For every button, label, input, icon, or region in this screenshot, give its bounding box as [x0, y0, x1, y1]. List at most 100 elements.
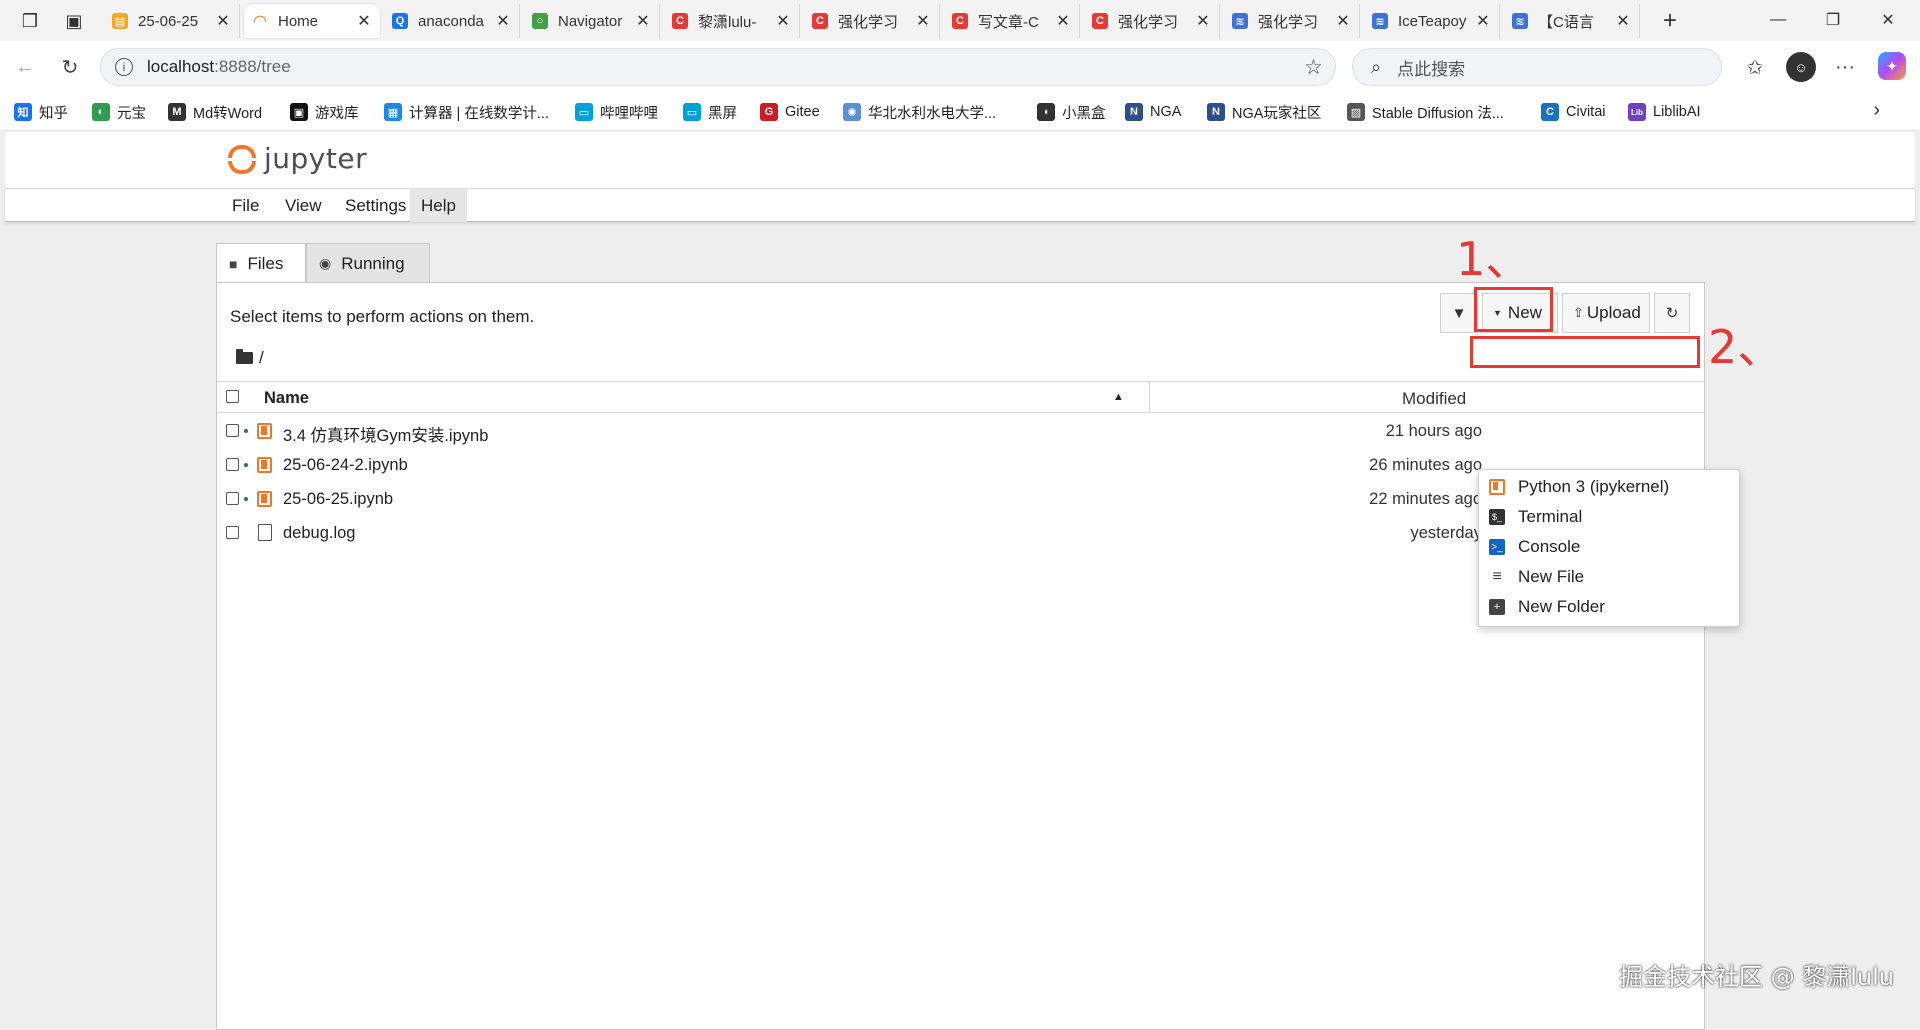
tab-running[interactable]: ◉ Running	[306, 243, 430, 283]
menu-item-new-file[interactable]: ≡ New File	[1479, 562, 1739, 592]
tab-close-icon[interactable]: ✕	[356, 11, 372, 31]
close-window-button[interactable]: ✕	[1865, 6, 1911, 34]
breadcrumb-root[interactable]: /	[259, 348, 264, 368]
row-checkbox[interactable]	[226, 424, 239, 437]
menu-item-terminal[interactable]: $_ Terminal	[1479, 502, 1739, 532]
tab-close-icon[interactable]: ✕	[495, 11, 511, 31]
tab-close-icon[interactable]: ✕	[775, 11, 791, 31]
favorites-icon[interactable]: ✩	[1740, 52, 1770, 82]
bookmark-item[interactable]: ▭ 哔哩哔哩	[575, 102, 658, 122]
tab-close-icon[interactable]: ✕	[1615, 11, 1631, 31]
bookmarks-overflow-chevron-icon[interactable]: ›	[1873, 99, 1880, 122]
new-tab-button[interactable]: +	[1656, 7, 1684, 35]
jupyter-logo-text: jupyter	[264, 142, 368, 175]
bookmark-item[interactable]: ◐ 元宝	[92, 102, 146, 122]
bookmark-item[interactable]: ◖ 小黑盒	[1037, 102, 1106, 122]
bookmark-item[interactable]: ▦ 计算器 | 在线数学计...	[384, 102, 549, 122]
menu-item-console[interactable]: >_ Console	[1479, 532, 1739, 562]
bookmark-item[interactable]: M Md转Word	[168, 102, 262, 122]
menu-view[interactable]: View	[274, 189, 333, 222]
annotation-step2: 2、	[1708, 320, 1784, 374]
bookmark-item[interactable]: G Gitee	[760, 102, 820, 122]
vertical-tabs-icon[interactable]: ▣	[60, 7, 88, 35]
tab-close-icon[interactable]: ✕	[1055, 11, 1071, 31]
refresh-button[interactable]: ↻	[1654, 293, 1690, 333]
filter-button[interactable]: ▼	[1440, 293, 1478, 333]
tab-close-icon[interactable]: ✕	[1475, 11, 1491, 31]
select-all-checkbox[interactable]	[226, 390, 239, 403]
reload-button[interactable]: ↻	[55, 52, 85, 82]
column-name[interactable]: Name	[264, 389, 309, 408]
running-indicator-icon	[244, 429, 248, 433]
jupyter-page: jupyter File View Settings Help ■ Files …	[5, 132, 1915, 1030]
search-input[interactable]: ⌕ 点此搜索	[1352, 48, 1722, 86]
tab-close-icon[interactable]: ✕	[215, 11, 231, 31]
url-input[interactable]: i localhost:8888/tree ☆	[100, 48, 1336, 86]
file-name[interactable]: debug.log	[283, 524, 356, 543]
workspaces-icon[interactable]: ❐	[16, 7, 44, 35]
more-menu-icon[interactable]: ···	[1830, 52, 1860, 82]
bookmark-item[interactable]: Lib LiblibAI	[1628, 102, 1701, 122]
tab-close-icon[interactable]: ✕	[635, 11, 651, 31]
bookmark-item[interactable]: N NGA玩家社区	[1207, 102, 1321, 122]
bookmark-item[interactable]: N NGA	[1125, 102, 1181, 122]
tab-title: 强化学习	[1118, 13, 1179, 31]
row-checkbox[interactable]	[226, 526, 239, 539]
favorite-star-icon[interactable]: ☆	[1304, 55, 1323, 80]
bookmark-item[interactable]: C Civitai	[1541, 102, 1605, 122]
tab-files[interactable]: ■ Files	[216, 243, 306, 284]
tab-close-icon[interactable]: ✕	[915, 11, 931, 31]
tab-csdn-rl-1[interactable]: C 强化学习 ✕	[804, 4, 940, 38]
menu-item-new-folder[interactable]: + New Folder	[1479, 592, 1739, 622]
jupyter-logo[interactable]: jupyter	[226, 142, 367, 175]
upload-button[interactable]: ⇧ Upload	[1562, 293, 1650, 333]
bookmark-item[interactable]: ✺ 华北水利水电大学...	[843, 102, 996, 122]
tab-close-icon[interactable]: ✕	[1195, 11, 1211, 31]
tab-iceteapoy[interactable]: ≋ IceTeapoy ✕	[1364, 4, 1500, 38]
menu-file[interactable]: File	[221, 189, 270, 222]
bookmark-label: Stable Diffusion 法...	[1372, 105, 1504, 122]
bookmark-item[interactable]: 知知乎	[14, 102, 68, 122]
menu-item-python3[interactable]: Python 3 (ipykernel)	[1479, 472, 1739, 502]
tab-rl-3[interactable]: ≋ 强化学习 ✕	[1224, 4, 1360, 38]
sort-ascending-icon[interactable]: ▲	[1113, 391, 1124, 403]
tab-favicon-icon: ◠	[253, 13, 267, 30]
file-row[interactable]: 3.4 仿真环境Gym安装.ipynb 21 hours ago	[217, 415, 1704, 449]
tab-c-language[interactable]: ≋ 【C语言 ✕	[1504, 4, 1640, 38]
file-modified: 21 hours ago	[1385, 422, 1482, 440]
address-bar-row: ← ↻ i localhost:8888/tree ☆ ⌕ 点此搜索 ✩ ☺ ·…	[0, 41, 1920, 93]
tab-navigator[interactable]: ○ Navigator ✕	[524, 4, 660, 38]
menu-settings[interactable]: Settings	[334, 189, 417, 222]
site-info-icon[interactable]: i	[115, 58, 133, 76]
file-name[interactable]: 3.4 仿真环境Gym安装.ipynb	[283, 422, 488, 446]
tab-anaconda-search[interactable]: Qanaconda ✕	[384, 4, 520, 38]
restore-button[interactable]: ❐	[1810, 6, 1856, 34]
jupyter-header: jupyter	[5, 132, 1915, 189]
row-checkbox[interactable]	[226, 492, 239, 505]
file-name[interactable]: 25-06-25.ipynb	[283, 490, 393, 509]
bookmark-item[interactable]: ▨ Stable Diffusion 法...	[1347, 102, 1504, 122]
browser-tab-bar: ❐ ▣ ▤ 25-06-25 ✕ ◠ Home ✕ Qanaconda ✕ ○ Navigator…	[0, 0, 1920, 41]
tab-25-06-25[interactable]: ▤ 25-06-25 ✕	[104, 4, 240, 38]
menu-help[interactable]: Help	[410, 189, 467, 222]
column-divider[interactable]	[1149, 382, 1150, 412]
copilot-icon[interactable]: ✦	[1878, 52, 1906, 80]
tab-csdn-rl-2[interactable]: C 强化学习 ✕	[1084, 4, 1220, 38]
breadcrumb[interactable]: /	[236, 348, 264, 368]
bookmark-item[interactable]: ▭ 黑屏	[683, 102, 737, 122]
tab-csdn-lulu[interactable]: C 黎潇lulu- ✕	[664, 4, 800, 38]
tab-close-icon[interactable]: ✕	[1335, 11, 1351, 31]
file-name[interactable]: 25-06-24-2.ipynb	[283, 456, 408, 475]
bookmark-label: 游戏库	[315, 105, 359, 122]
row-checkbox[interactable]	[226, 458, 239, 471]
column-modified[interactable]: Modified	[1402, 389, 1466, 409]
bookmarks-bar: 知知乎 ◐ 元宝 M Md转Word ▣ 游戏库 ▦ 计算器 | 在线数学计... ▭ 哔哩哔哩 ▭ 黑…	[0, 93, 1920, 131]
back-button[interactable]: ←	[10, 52, 40, 82]
bookmark-item[interactable]: ▣ 游戏库	[290, 102, 359, 122]
profile-avatar[interactable]: ☺	[1786, 52, 1816, 82]
minimize-button[interactable]: —	[1755, 6, 1801, 34]
tab-csdn-write[interactable]: C 写文章-C ✕	[944, 4, 1080, 38]
notebook-icon	[257, 491, 272, 507]
tab-jupyter-home[interactable]: ◠ Home ✕	[244, 4, 380, 38]
stop-circle-icon: ◉	[319, 255, 332, 271]
